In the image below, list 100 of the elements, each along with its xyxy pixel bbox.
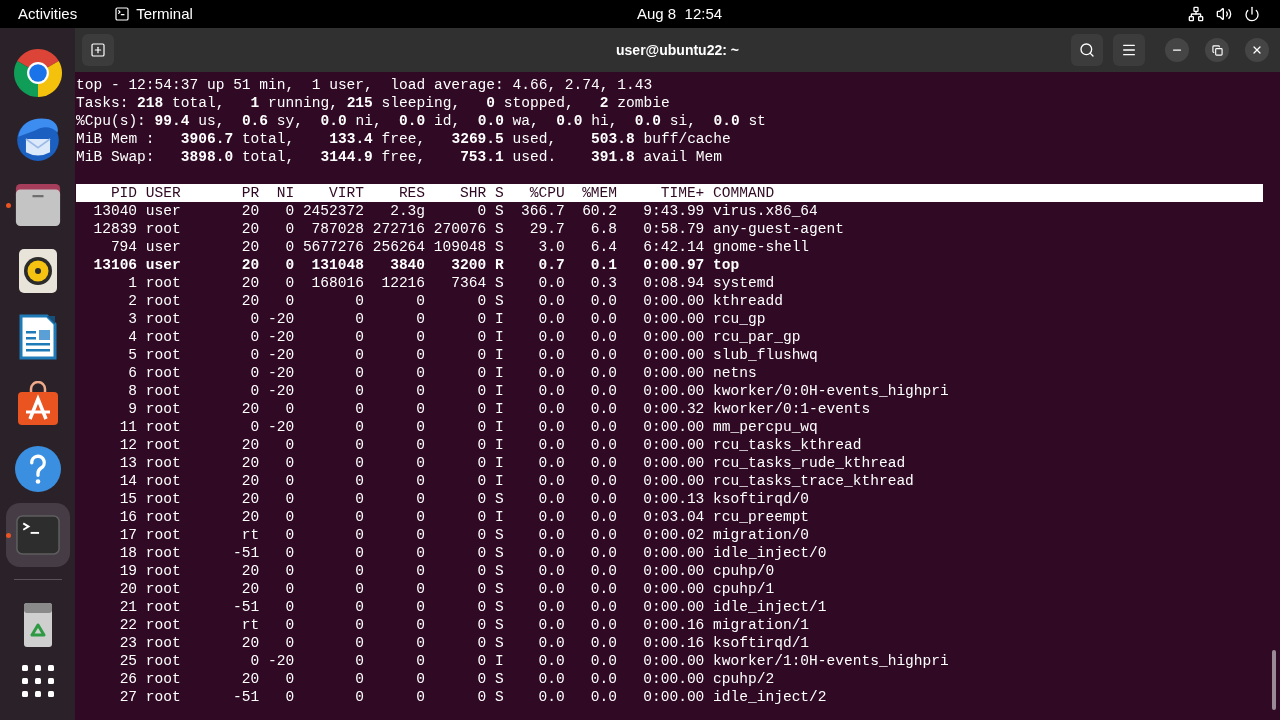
table-cell: -20 — [267, 310, 295, 328]
table-cell: root — [145, 508, 181, 526]
table-cell: 20 — [241, 436, 260, 454]
table-cell: 0.0 — [590, 634, 618, 652]
minimize-button[interactable] — [1165, 38, 1189, 62]
table-cell: 0 — [477, 526, 487, 544]
table-cell: 0 — [285, 292, 295, 310]
table-cell: 0 — [285, 526, 295, 544]
table-cell: 0:00.00 — [643, 346, 705, 364]
summary-line: %Cpu(s): 99.4 us, 0.6 sy, 0.0 ni, 0.0 id, 0.0 wa, 0.0 hi, 0.0 si, 0.0 st — [76, 112, 766, 130]
table-cell: ksoftirqd/0 — [713, 490, 810, 508]
table-cell: 0:00.13 — [643, 490, 705, 508]
table-cell: 20 — [241, 238, 260, 256]
table-cell: 0 — [355, 688, 364, 706]
table-cell: -20 — [267, 328, 295, 346]
restore-icon — [1211, 44, 1223, 56]
table-cell: rcu_tasks_rude_kthread — [713, 454, 906, 472]
table-cell: 3 — [128, 310, 138, 328]
table-cell: 18 — [119, 544, 138, 562]
table-cell: 0 — [355, 580, 364, 598]
new-tab-button[interactable] — [82, 34, 114, 66]
table-cell: 0 — [355, 310, 364, 328]
network-icon[interactable] — [1188, 6, 1204, 22]
table-cell: root — [145, 436, 181, 454]
table-cell: 0:00.32 — [643, 400, 705, 418]
table-cell: 0.0 — [590, 670, 618, 688]
activities-button[interactable]: Activities — [18, 2, 78, 26]
table-cell: 0 — [285, 580, 295, 598]
table-cell: 0:00.02 — [643, 526, 705, 544]
table-cell: 0 — [355, 364, 364, 382]
table-cell: -20 — [267, 346, 295, 364]
table-cell: 0.0 — [590, 526, 618, 544]
table-cell: 23 — [119, 634, 138, 652]
table-cell: 0 — [416, 292, 426, 310]
clock-button[interactable]: Aug 8 12:54 — [637, 2, 723, 26]
table-cell: mm_percpu_wq — [713, 418, 818, 436]
table-cell: 2452372 — [302, 202, 364, 220]
table-cell: 0 — [416, 346, 426, 364]
table-cell: 0 — [477, 382, 487, 400]
table-cell: 0:08.94 — [643, 274, 705, 292]
app-menu-button[interactable]: Terminal — [114, 2, 193, 26]
table-cell: any-guest-agent — [713, 220, 844, 238]
table-cell: S — [494, 202, 504, 220]
table-cell: I — [494, 400, 504, 418]
table-cell: 270076 — [433, 220, 487, 238]
restore-button[interactable] — [1205, 38, 1229, 62]
table-cell: 13040 — [93, 202, 138, 220]
table-cell: 0:00.00 — [643, 598, 705, 616]
power-icon[interactable] — [1244, 6, 1260, 22]
table-cell: rcu_tasks_trace_kthread — [713, 472, 914, 490]
table-cell: 20 — [241, 670, 260, 688]
table-cell: 0 — [285, 472, 295, 490]
table-cell: 0 — [285, 238, 295, 256]
table-cell: 0.0 — [538, 274, 565, 292]
table-cell: I — [494, 364, 504, 382]
table-cell: 17 — [119, 526, 138, 544]
table-cell: 0:00.00 — [643, 418, 705, 436]
speaker-icon — [18, 249, 57, 293]
table-cell: 12 — [119, 436, 138, 454]
table-cell: S — [494, 562, 504, 580]
table-cell: virus.x86_64 — [713, 202, 818, 220]
table-cell: 1 — [128, 274, 138, 292]
table-cell: 0 — [355, 508, 364, 526]
table-cell: -51 — [233, 688, 260, 706]
table-cell: 0 — [477, 562, 487, 580]
table-cell: 22 — [119, 616, 138, 634]
menu-button[interactable] — [1113, 34, 1145, 66]
table-cell: 14 — [119, 472, 138, 490]
column-header: PR — [241, 184, 260, 202]
table-cell: 0.0 — [590, 508, 618, 526]
table-cell: 0.0 — [590, 544, 618, 562]
column-header: TIME+ — [660, 184, 705, 202]
table-cell: 0 — [285, 634, 295, 652]
close-button[interactable] — [1245, 38, 1269, 62]
table-cell: 20 — [241, 562, 260, 580]
table-cell: 0 — [416, 472, 426, 490]
table-cell: root — [145, 472, 181, 490]
table-cell: 60.2 — [582, 202, 618, 220]
search-button[interactable] — [1071, 34, 1103, 66]
table-cell: 20 — [119, 580, 138, 598]
column-header: COMMAND — [713, 184, 775, 202]
table-cell: root — [145, 490, 181, 508]
table-cell: 0 — [477, 634, 487, 652]
table-cell: 0 — [285, 256, 295, 274]
table-cell: 0.1 — [590, 256, 618, 274]
table-cell: 0.0 — [590, 436, 618, 454]
table-cell: 0 — [285, 454, 295, 472]
table-cell: 20 — [241, 274, 260, 292]
column-header: VIRT — [329, 184, 364, 202]
table-cell: 0 — [416, 310, 426, 328]
table-cell: 6.4 — [590, 238, 618, 256]
table-cell: root — [145, 616, 181, 634]
table-cell: 0 — [355, 292, 364, 310]
table-cell: 0 — [355, 652, 364, 670]
table-cell: 0.0 — [590, 382, 618, 400]
volume-icon[interactable] — [1216, 6, 1232, 22]
table-cell: kthreadd — [713, 292, 783, 310]
table-cell: 3200 — [451, 256, 487, 274]
table-cell: 0 — [285, 220, 295, 238]
scrollbar-thumb[interactable] — [1272, 650, 1276, 710]
